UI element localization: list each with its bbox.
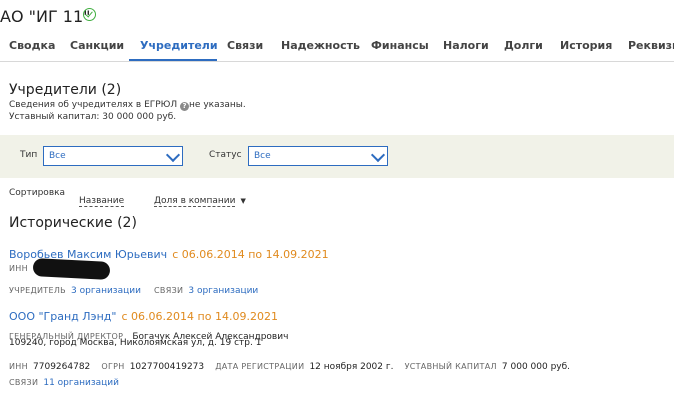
status-select-value: Все: [254, 151, 271, 161]
tab-finance[interactable]: Финансы: [371, 39, 429, 52]
sort-by-name-label: Название: [79, 196, 125, 207]
tab-bar: Сводка Санкции Учредители Связи Надежнос…: [0, 31, 674, 62]
sort-label: Сортировка: [9, 188, 66, 198]
founder-1-inn-label: ИНН: [9, 264, 28, 273]
founders-capital: Уставный капитал: 30 000 000 руб.: [9, 112, 177, 122]
status-select[interactable]: Все: [248, 146, 388, 166]
founder-item-2-header: ООО "Гранд Лэнд" с 06.06.2014 по 14.09.2…: [9, 305, 278, 324]
founder-2-capital-value: 7 000 000 руб.: [501, 362, 571, 372]
chevron-down-icon: [370, 147, 386, 163]
founder-2-links-link[interactable]: 11 организаций: [43, 378, 119, 388]
founder-2-name-link[interactable]: ООО "Гранд Лэнд": [9, 310, 116, 323]
founder-2-ogrn-value: 1027700419273: [129, 362, 205, 372]
founders-note-suffix: не указаны.: [189, 100, 246, 110]
founder-2-capital-label: УСТАВНЫЙ КАПИТАЛ: [404, 362, 497, 371]
founder-1-links-label: СВЯЗИ: [154, 286, 184, 295]
founder-1-founder-link[interactable]: 3 организации: [71, 286, 141, 296]
type-filter-label: Тип: [20, 150, 38, 160]
sort-by-share[interactable]: Доля в компании ▼: [154, 188, 246, 207]
founder-1-name-link[interactable]: Воробьев Максим Юрьевич: [9, 248, 167, 261]
historical-title: Исторические (2): [9, 215, 137, 231]
founders-note: Сведения об учредителях в ЕГРЮЛ ? не указ…: [9, 100, 246, 111]
founders-title: Учредители (2): [9, 82, 122, 98]
type-select-value: Все: [49, 151, 66, 161]
founders-note-text: Сведения об учредителях в ЕГРЮЛ: [9, 100, 178, 110]
founder-2-address: 109240, город Москва, Николоямская ул, д…: [9, 338, 262, 348]
tab-debts[interactable]: Долги: [504, 39, 543, 52]
sort-by-share-label: Доля в компании: [154, 196, 236, 207]
founder-2-links-label: СВЯЗИ: [9, 378, 39, 387]
filter-bar: Тип Все Статус Все: [0, 135, 674, 178]
founder-1-meta: УЧРЕДИТЕЛЬ 3 организации СВЯЗИ 3 организ…: [9, 278, 258, 297]
founder-1-links-link[interactable]: 3 организации: [188, 286, 258, 296]
redaction-mark: [32, 257, 111, 281]
tab-requisites[interactable]: Реквизиты: [628, 39, 674, 52]
founder-1-founder-label: УЧРЕДИТЕЛЬ: [9, 286, 66, 295]
verified-check-icon: [83, 8, 96, 21]
founder-2-links: СВЯЗИ 11 организаций: [9, 370, 119, 389]
info-icon[interactable]: ?: [180, 102, 190, 111]
tab-links[interactable]: Связи: [227, 39, 263, 52]
tab-summary[interactable]: Сводка: [9, 39, 55, 52]
sort-arrow-icon: ▼: [240, 197, 246, 205]
tab-taxes[interactable]: Налоги: [443, 39, 489, 52]
tab-sanctions[interactable]: Санкции: [70, 39, 124, 52]
tab-reliability[interactable]: Надежность: [281, 39, 360, 52]
active-tab-indicator: [129, 59, 217, 61]
chevron-down-icon: [165, 147, 181, 163]
tab-history[interactable]: История: [560, 39, 612, 52]
status-filter-label: Статус: [209, 150, 242, 160]
founder-2-reg-label: ДАТА РЕГИСТРАЦИИ: [215, 362, 305, 371]
company-title: АО "ИГ 11": [0, 7, 91, 26]
sort-by-name[interactable]: Название: [79, 188, 125, 207]
founder-1-period: с 06.06.2014 по 14.09.2021: [172, 248, 329, 261]
type-select[interactable]: Все: [43, 146, 183, 166]
founder-2-reg-value: 12 ноября 2002 г.: [309, 362, 394, 372]
tab-founders[interactable]: Учредители: [140, 39, 218, 52]
founder-2-period: с 06.06.2014 по 14.09.2021: [121, 310, 278, 323]
